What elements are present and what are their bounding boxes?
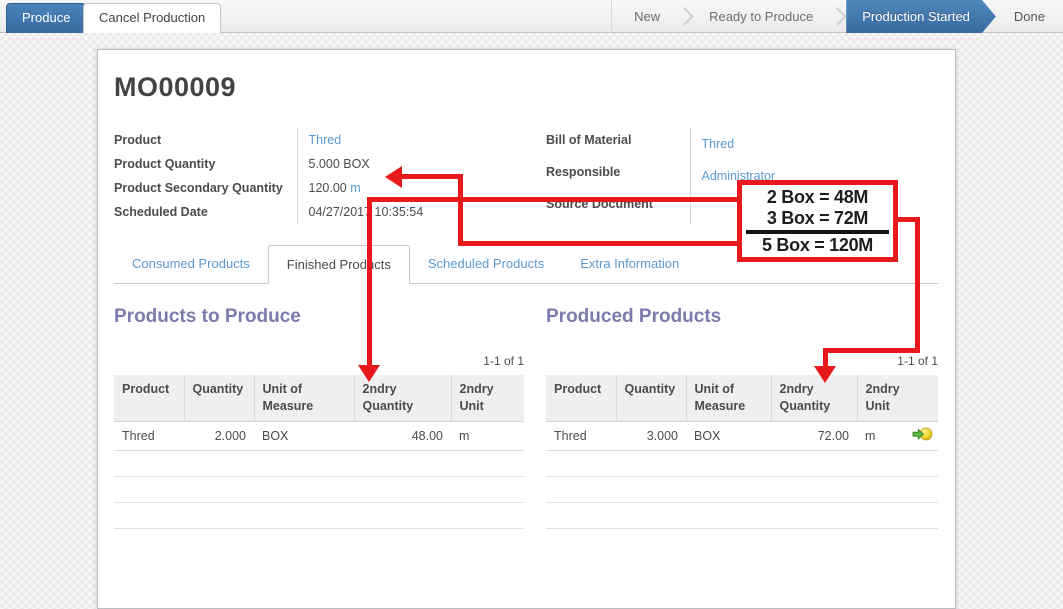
field-group-right: Bill of Material Thred Responsible Admin… [546, 128, 936, 224]
status-production-started-active[interactable]: Production Started [846, 0, 996, 33]
empty-row [114, 503, 524, 529]
table-row[interactable]: Thred 3.000 BOX 72.00 m [546, 422, 938, 451]
bill-of-material-value-link[interactable]: Thred [702, 137, 735, 151]
source-document-label: Source Document [546, 192, 690, 224]
produced-products-section: Produced Products 1-1 of 1 Product Quant… [546, 284, 938, 529]
field-groups: Product Thred Product Quantity 5.000 BOX… [114, 128, 938, 224]
produced-products-title: Produced Products [546, 306, 938, 328]
scheduled-date-value: 04/27/2017 10:35:54 [297, 200, 534, 224]
finished-products-panel: Products to Produce 1-1 of 1 Product Qua… [114, 284, 938, 529]
cell-product: Thred [114, 422, 184, 451]
bill-of-material-label: Bill of Material [546, 128, 690, 160]
product-value-link[interactable]: Thred [309, 133, 342, 147]
tab-extra-information[interactable]: Extra Information [562, 245, 697, 283]
products-to-produce-pager: 1-1 of 1 [114, 354, 524, 369]
secondary-unit-link[interactable]: m [350, 181, 360, 195]
product-secondary-quantity-value: 120.00 m [297, 176, 534, 200]
column-header-action [907, 375, 938, 422]
status-new[interactable]: New [612, 0, 682, 33]
cell-2ndry-unit: m [857, 422, 907, 451]
form-sheet: MO00009 Product Thred Product Quantity 5… [97, 49, 956, 609]
empty-row [546, 477, 938, 503]
cell-uom: BOX [686, 422, 771, 451]
top-action-bar: Produce Cancel Production New Ready to P… [0, 0, 1063, 33]
status-done[interactable]: Done [996, 0, 1063, 33]
empty-row [114, 451, 524, 477]
column-header-quantity[interactable]: Quantity [184, 375, 254, 422]
empty-row [546, 503, 938, 529]
tab-finished-products[interactable]: Finished Products [268, 245, 410, 284]
table-row[interactable]: Thred 2.000 BOX 48.00 m [114, 422, 524, 451]
column-header-2ndry-unit[interactable]: 2ndry Unit [857, 375, 907, 422]
products-to-produce-section: Products to Produce 1-1 of 1 Product Qua… [114, 284, 524, 529]
produced-products-table: Product Quantity Unit of Measure 2ndry Q… [546, 375, 938, 529]
column-header-2ndry-unit[interactable]: 2ndry Unit [451, 375, 524, 422]
products-to-produce-title: Products to Produce [114, 306, 524, 328]
column-header-2ndry-quantity[interactable]: 2ndry Quantity [771, 375, 857, 422]
field-group-left: Product Thred Product Quantity 5.000 BOX… [114, 128, 534, 224]
column-header-product[interactable]: Product [114, 375, 184, 422]
source-document-value [690, 192, 936, 224]
column-header-quantity[interactable]: Quantity [616, 375, 686, 422]
cell-quantity: 2.000 [184, 422, 254, 451]
page-title: MO00009 [114, 72, 938, 103]
column-header-uom[interactable]: Unit of Measure [686, 375, 771, 422]
product-secondary-quantity-label: Product Secondary Quantity [114, 176, 297, 200]
notebook-tabs: Consumed Products Finished Products Sche… [114, 245, 938, 284]
produce-action-icon[interactable] [912, 431, 933, 445]
cell-2ndry-quantity: 48.00 [354, 422, 451, 451]
column-header-2ndry-quantity[interactable]: 2ndry Quantity [354, 375, 451, 422]
tab-consumed-products[interactable]: Consumed Products [114, 245, 268, 283]
column-header-product[interactable]: Product [546, 375, 616, 422]
produce-button[interactable]: Produce [6, 3, 86, 33]
empty-row [114, 477, 524, 503]
status-ready-to-produce[interactable]: Ready to Produce [687, 0, 835, 33]
product-quantity-value: 5.000 BOX [297, 152, 534, 176]
cancel-production-button[interactable]: Cancel Production [83, 3, 221, 33]
responsible-label: Responsible [546, 160, 690, 192]
statusbar: New Ready to Produce Production Started … [611, 0, 1063, 33]
secondary-quantity-number: 120.00 [309, 181, 347, 195]
produced-products-pager: 1-1 of 1 [546, 354, 938, 369]
cell-2ndry-quantity: 72.00 [771, 422, 857, 451]
products-to-produce-table: Product Quantity Unit of Measure 2ndry Q… [114, 375, 524, 529]
cell-2ndry-unit: m [451, 422, 524, 451]
column-header-uom[interactable]: Unit of Measure [254, 375, 354, 422]
scheduled-date-label: Scheduled Date [114, 200, 297, 224]
tab-scheduled-products[interactable]: Scheduled Products [410, 245, 562, 283]
cell-product: Thred [546, 422, 616, 451]
cell-quantity: 3.000 [616, 422, 686, 451]
responsible-value-link[interactable]: Administrator [702, 169, 776, 183]
product-quantity-label: Product Quantity [114, 152, 297, 176]
product-label: Product [114, 128, 297, 152]
empty-row [546, 451, 938, 477]
cell-uom: BOX [254, 422, 354, 451]
